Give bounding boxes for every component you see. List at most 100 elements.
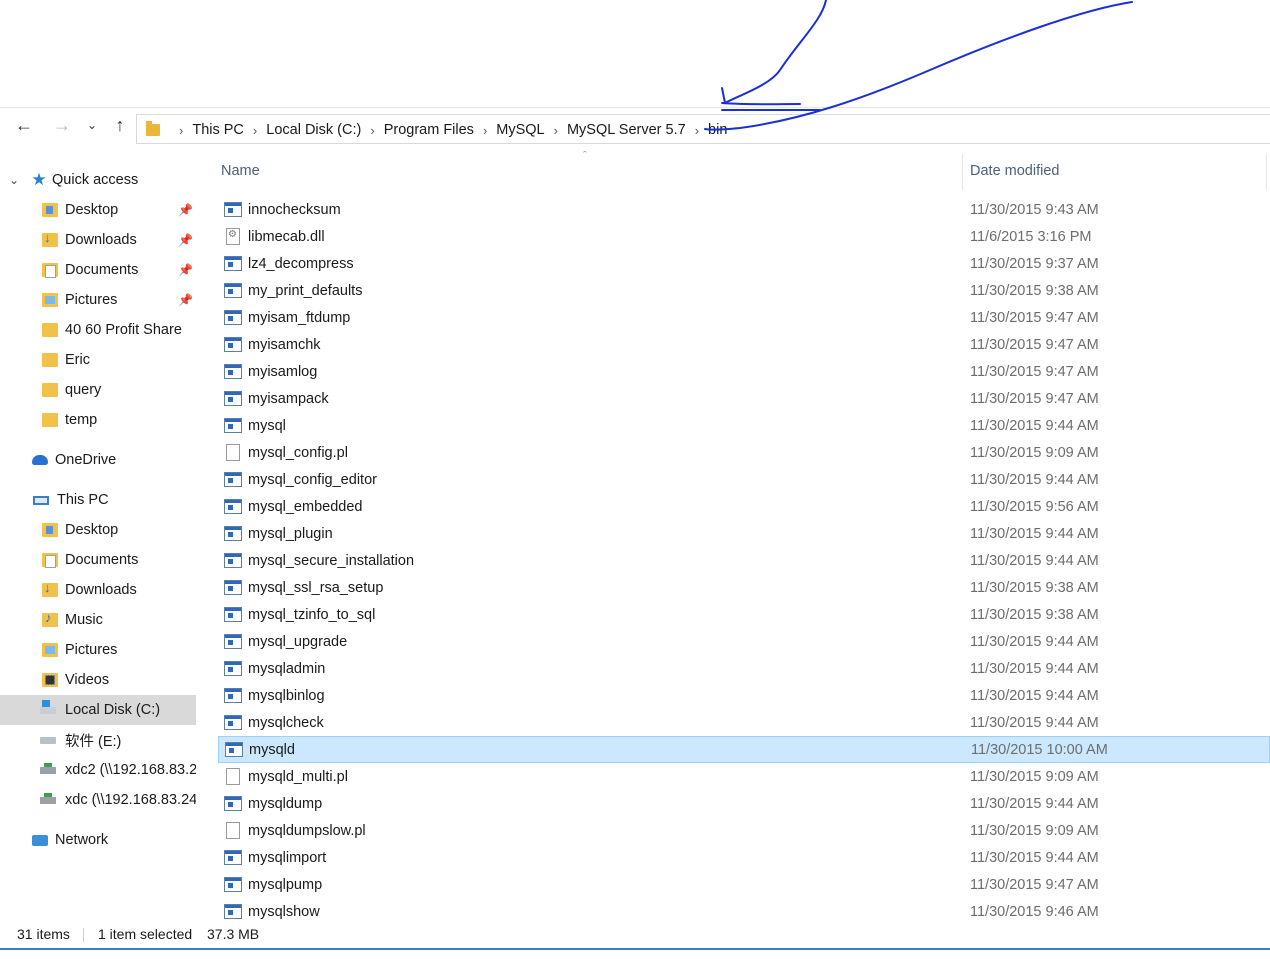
crumb-program-files[interactable]: Program Files xyxy=(384,122,474,138)
application-icon xyxy=(224,283,242,298)
crumb-this-pc[interactable]: This PC xyxy=(192,122,244,138)
file-icon xyxy=(226,768,240,785)
folder-icon xyxy=(42,323,58,337)
pin-icon[interactable]: 📌 xyxy=(178,233,193,247)
file-name: mysqladmin xyxy=(248,660,326,677)
sidebar-item-this-pc[interactable]: This PC xyxy=(0,485,196,515)
crumb-bin[interactable]: bin xyxy=(708,122,727,138)
chevron-right-icon[interactable]: › xyxy=(179,123,183,138)
sidebar-item-label: Downloads xyxy=(65,582,137,598)
column-name[interactable]: Name xyxy=(221,163,260,179)
file-name: mysqlcheck xyxy=(248,714,324,731)
file-row[interactable]: myisam_ftdump 11/30/2015 9:47 AM xyxy=(218,304,1270,331)
file-row[interactable]: mysqlcheck 11/30/2015 9:44 AM xyxy=(218,709,1270,736)
column-date-modified[interactable]: Date modified xyxy=(970,163,1059,179)
chevron-right-icon[interactable]: › xyxy=(483,123,487,138)
file-row[interactable]: myisamchk 11/30/2015 9:47 AM xyxy=(218,331,1270,358)
sidebar-item-xdc2[interactable]: xdc2 (\\192.168.83.2 xyxy=(0,755,196,785)
videos-folder-icon xyxy=(42,673,58,687)
file-row[interactable]: mysqlshow 11/30/2015 9:46 AM xyxy=(218,898,1270,925)
file-row[interactable]: mysql_upgrade 11/30/2015 9:44 AM xyxy=(218,628,1270,655)
breadcrumb: › This PC › Local Disk (C:) › Program Fi… xyxy=(140,116,727,144)
file-row[interactable]: mysqldump 11/30/2015 9:44 AM xyxy=(218,790,1270,817)
sidebar-item-pc-desktop[interactable]: Desktop xyxy=(0,515,196,545)
file-row[interactable]: mysql_tzinfo_to_sql 11/30/2015 9:38 AM xyxy=(218,601,1270,628)
documents-folder-icon xyxy=(42,553,58,568)
file-row[interactable]: mysqld 11/30/2015 10:00 AM xyxy=(218,736,1270,763)
file-row[interactable]: mysqlpump 11/30/2015 9:47 AM xyxy=(218,871,1270,898)
file-row[interactable]: mysqld_multi.pl 11/30/2015 9:09 AM xyxy=(218,763,1270,790)
file-date-modified: 11/30/2015 9:44 AM xyxy=(970,795,1099,812)
crumb-mysql[interactable]: MySQL xyxy=(496,122,544,138)
sidebar-item-quick-access[interactable]: ⌄ ★ Quick access xyxy=(0,165,196,195)
file-name: myisamlog xyxy=(248,363,318,380)
pin-icon[interactable]: 📌 xyxy=(178,203,193,217)
sidebar-item-pc-documents[interactable]: Documents xyxy=(0,545,196,575)
sidebar-item-label: Videos xyxy=(65,672,110,688)
file-row[interactable]: mysql_config_editor 11/30/2015 9:44 AM xyxy=(218,466,1270,493)
file-row[interactable]: mysql_embedded 11/30/2015 9:56 AM xyxy=(218,493,1270,520)
drive-icon xyxy=(40,736,56,744)
chevron-down-icon[interactable]: ⌄ xyxy=(7,173,21,187)
file-date-modified: 11/30/2015 9:43 AM xyxy=(970,201,1099,218)
file-row[interactable]: mysql 11/30/2015 9:44 AM xyxy=(218,412,1270,439)
chevron-down-icon[interactable]: ⌄ xyxy=(80,113,104,137)
chevron-right-icon[interactable]: › xyxy=(554,123,558,138)
desktop-folder-icon xyxy=(42,203,58,217)
file-date-modified: 11/30/2015 9:44 AM xyxy=(970,687,1099,704)
onedrive-cloud-icon xyxy=(32,455,48,465)
sidebar-item-label: xdc2 (\\192.168.83.2 xyxy=(65,762,196,778)
back-arrow-icon[interactable]: ← xyxy=(12,113,36,137)
sidebar-item-onedrive[interactable]: OneDrive xyxy=(0,445,196,475)
crumb-local-disk[interactable]: Local Disk (C:) xyxy=(266,122,361,138)
application-icon xyxy=(224,391,242,406)
chevron-right-icon[interactable]: › xyxy=(253,123,257,138)
sidebar-item-pc-downloads[interactable]: Downloads xyxy=(0,575,196,605)
file-row[interactable]: mysql_config.pl 11/30/2015 9:09 AM xyxy=(218,439,1270,466)
crumb-mysql-server[interactable]: MySQL Server 5.7 xyxy=(567,122,686,138)
file-row[interactable]: mysql_ssl_rsa_setup 11/30/2015 9:38 AM xyxy=(218,574,1270,601)
forward-arrow-icon[interactable]: → xyxy=(50,113,74,137)
sidebar-item-desktop[interactable]: Desktop 📌 xyxy=(0,195,196,225)
file-row[interactable]: my_print_defaults 11/30/2015 9:38 AM xyxy=(218,277,1270,304)
sidebar-item-xdc[interactable]: xdc (\\192.168.83.24 xyxy=(0,785,196,815)
file-name: libmecab.dll xyxy=(248,228,325,245)
file-row[interactable]: myisampack 11/30/2015 9:47 AM xyxy=(218,385,1270,412)
file-row[interactable]: innochecksum 11/30/2015 9:43 AM xyxy=(218,196,1270,223)
file-row[interactable]: mysqladmin 11/30/2015 9:44 AM xyxy=(218,655,1270,682)
file-date-modified: 11/30/2015 9:09 AM xyxy=(970,444,1099,461)
file-row[interactable]: mysqldumpslow.pl 11/30/2015 9:09 AM xyxy=(218,817,1270,844)
application-icon xyxy=(224,607,242,622)
sidebar-item-pc-videos[interactable]: Videos xyxy=(0,665,196,695)
sidebar-item-downloads[interactable]: Downloads 📌 xyxy=(0,225,196,255)
sidebar-item-pc-pictures[interactable]: Pictures xyxy=(0,635,196,665)
file-name: lz4_decompress xyxy=(248,255,354,272)
file-row[interactable]: mysqlbinlog 11/30/2015 9:44 AM xyxy=(218,682,1270,709)
file-row[interactable]: libmecab.dll 11/6/2015 3:16 PM xyxy=(218,223,1270,250)
sidebar-item-pictures[interactable]: Pictures 📌 xyxy=(0,285,196,315)
file-row[interactable]: myisamlog 11/30/2015 9:47 AM xyxy=(218,358,1270,385)
chevron-right-icon[interactable]: › xyxy=(370,123,374,138)
pin-icon[interactable]: 📌 xyxy=(178,263,193,277)
sidebar-item-documents[interactable]: Documents 📌 xyxy=(0,255,196,285)
sidebar-item-label: This PC xyxy=(57,492,109,508)
sidebar-item-local-disk[interactable]: Local Disk (C:) xyxy=(0,695,196,725)
sidebar-item-drive-e[interactable]: 软件 (E:) xyxy=(0,725,196,755)
column-divider[interactable] xyxy=(962,154,963,190)
pin-icon[interactable]: 📌 xyxy=(178,293,193,307)
file-row[interactable]: mysql_secure_installation 11/30/2015 9:44… xyxy=(218,547,1270,574)
sidebar-item-query[interactable]: query xyxy=(0,375,196,405)
sidebar-item-pc-music[interactable]: Music xyxy=(0,605,196,635)
sidebar-item-eric[interactable]: Eric xyxy=(0,345,196,375)
column-divider[interactable] xyxy=(1266,154,1267,190)
file-row[interactable]: lz4_decompress 11/30/2015 9:37 AM xyxy=(218,250,1270,277)
sidebar-item-temp[interactable]: temp xyxy=(0,405,196,435)
up-arrow-icon[interactable]: ↑ xyxy=(108,113,132,137)
windows-drive-icon xyxy=(40,699,56,714)
file-row[interactable]: mysqlimport 11/30/2015 9:44 AM xyxy=(218,844,1270,871)
chevron-right-icon[interactable]: › xyxy=(695,123,699,138)
sidebar-item-network[interactable]: Network xyxy=(0,825,196,855)
sidebar-item-profit-share[interactable]: 40 60 Profit Share xyxy=(0,315,196,345)
file-date-modified: 11/30/2015 9:47 AM xyxy=(970,336,1099,353)
file-row[interactable]: mysql_plugin 11/30/2015 9:44 AM xyxy=(218,520,1270,547)
